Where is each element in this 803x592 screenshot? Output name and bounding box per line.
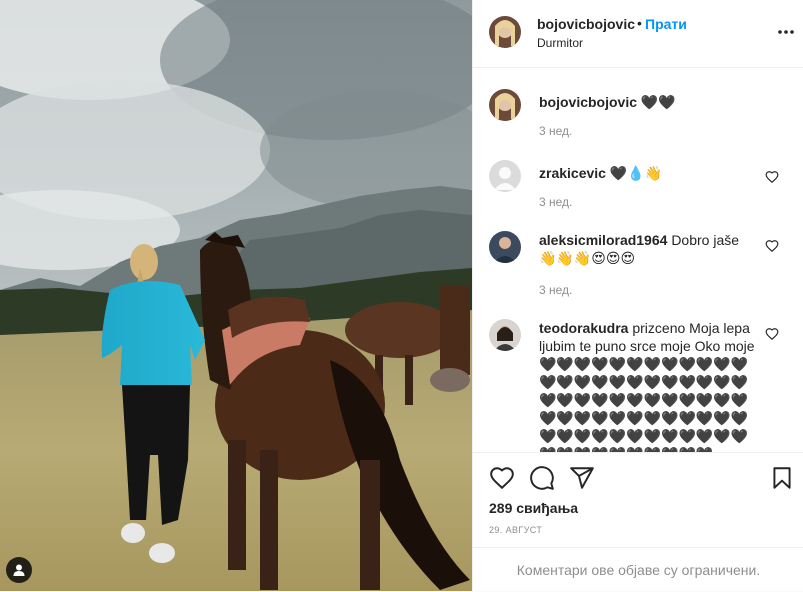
comment-time[interactable]: 3 нед. — [539, 283, 572, 297]
separator-dot: • — [637, 15, 642, 31]
user-icon — [13, 564, 25, 576]
comment-text: 🖤🖤 — [640, 94, 676, 110]
post-photo[interactable] — [0, 0, 472, 591]
instagram-post-window: bojovicbojovic • Прати Durmitor bojovicb… — [0, 0, 803, 591]
bookmark-icon[interactable] — [769, 465, 795, 491]
post-date[interactable]: 29. АВГУСТ — [489, 525, 542, 535]
comment-icon[interactable] — [529, 465, 555, 491]
comment-username[interactable]: zrakicevic — [539, 165, 606, 181]
commenter-avatar[interactable] — [489, 160, 521, 192]
comment-text: prizceno Moja lepa ljubim te puno srce m… — [539, 320, 755, 452]
comment-like-icon[interactable] — [765, 239, 779, 253]
comment-time[interactable]: 3 нед. — [539, 195, 572, 209]
comment-like-icon[interactable] — [765, 170, 779, 184]
tagged-user-button[interactable] — [6, 557, 32, 583]
photo-scene — [0, 0, 472, 591]
comment-username[interactable]: bojovicbojovic — [539, 94, 637, 110]
post-sidebar: bojovicbojovic • Прати Durmitor bojovicb… — [472, 0, 803, 591]
author-username[interactable]: bojovicbojovic — [537, 16, 635, 32]
author-avatar[interactable] — [489, 16, 521, 48]
post-actions: 289 свиђања 29. АВГУСТ — [473, 452, 803, 546]
share-icon[interactable] — [569, 465, 595, 491]
author-avatar[interactable] — [489, 89, 521, 121]
comment-time[interactable]: 3 нед. — [539, 124, 572, 138]
more-horizontal-icon[interactable] — [776, 22, 796, 42]
comment-username[interactable]: teodorakudra — [539, 320, 628, 336]
follow-button[interactable]: Прати — [645, 16, 687, 32]
comments-restricted-notice: Коментари ове објаве су ограничени. — [473, 547, 803, 591]
comment-username[interactable]: aleksicmilorad1964 — [539, 232, 667, 248]
heart-icon[interactable] — [489, 465, 515, 491]
location-link[interactable]: Durmitor — [537, 36, 583, 50]
likes-count[interactable]: 289 свиђања — [489, 500, 578, 516]
post-header: bojovicbojovic • Прати Durmitor — [473, 0, 803, 68]
comments-list[interactable]: bojovicbojovic 🖤🖤 3 нед. zrakicevic 🖤💧� — [473, 69, 803, 452]
commenter-avatar[interactable] — [489, 319, 521, 351]
comment-like-icon[interactable] — [765, 327, 779, 341]
comment-text: 🖤💧👋 — [609, 165, 663, 181]
commenter-avatar[interactable] — [489, 231, 521, 263]
